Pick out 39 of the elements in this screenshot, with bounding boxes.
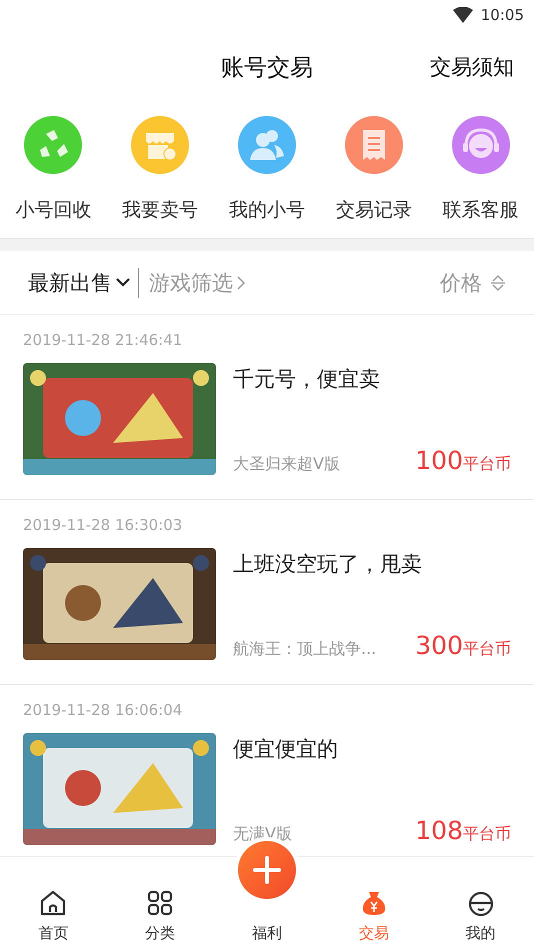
chevron-icon: [237, 276, 245, 290]
caret-icon: [116, 278, 130, 287]
listing-card[interactable]: 上班没空玩了，甩卖 航海王：顶上战争... 300平台币: [23, 548, 511, 660]
listing-title: 千元号，便宜卖: [233, 366, 381, 393]
game-name: 大圣归来超V版: [233, 454, 340, 475]
shortcut-label: 我的小号: [228, 198, 305, 223]
nav-tab[interactable]: 首页: [38, 924, 68, 943]
listing-time: 2019-11-28 21:46:41: [23, 331, 184, 349]
nav-tab[interactable]: 福利: [252, 924, 282, 943]
nav-tab[interactable]: 我的: [466, 924, 496, 943]
listing-card[interactable]: 千元号，便宜卖 大圣归来超V版 100平台币: [23, 363, 511, 475]
game-name: 航海王：顶上战争...: [233, 639, 376, 660]
listing-time: 2019-11-28 16:30:03: [23, 516, 184, 534]
shortcut-label: 小号回收: [15, 198, 92, 223]
home-icon: [39, 889, 68, 917]
face-icon: [466, 889, 495, 917]
listing-title: 上班没空玩了，甩卖: [233, 551, 423, 578]
plus-icon: [252, 855, 282, 885]
page-title: 账号交易: [221, 54, 313, 82]
trade-notice-link[interactable]: 交易须知: [430, 53, 514, 81]
shortcut-item[interactable]: 交易记录: [336, 116, 412, 238]
listing-title: 便宜便宜的: [233, 736, 339, 763]
sort-dropdown[interactable]: 最新出售: [28, 268, 130, 296]
sort-icon: [490, 274, 506, 290]
nav-tab[interactable]: 分类: [145, 924, 176, 943]
shortcut-label: 我要卖号: [122, 198, 198, 223]
shortcut-item[interactable]: 我要卖号: [122, 116, 198, 238]
listing-price: 300平台币: [415, 631, 511, 660]
shortcut-label: 交易记录: [336, 198, 412, 223]
shortcut-item[interactable]: 我的小号: [228, 116, 305, 238]
shortcut-item[interactable]: 小号回收: [15, 116, 92, 238]
shortcut-label: 联系客服: [442, 198, 519, 223]
listing-price: 100平台币: [415, 446, 511, 475]
status-time: 10:05: [480, 6, 524, 24]
listing-time: 2019-11-28 16:06:04: [23, 701, 184, 719]
wifi-icon: [452, 7, 473, 23]
grid-icon: [146, 889, 174, 917]
shortcut-item[interactable]: 联系客服: [442, 116, 519, 238]
listing-price: 108平台币: [415, 816, 511, 845]
